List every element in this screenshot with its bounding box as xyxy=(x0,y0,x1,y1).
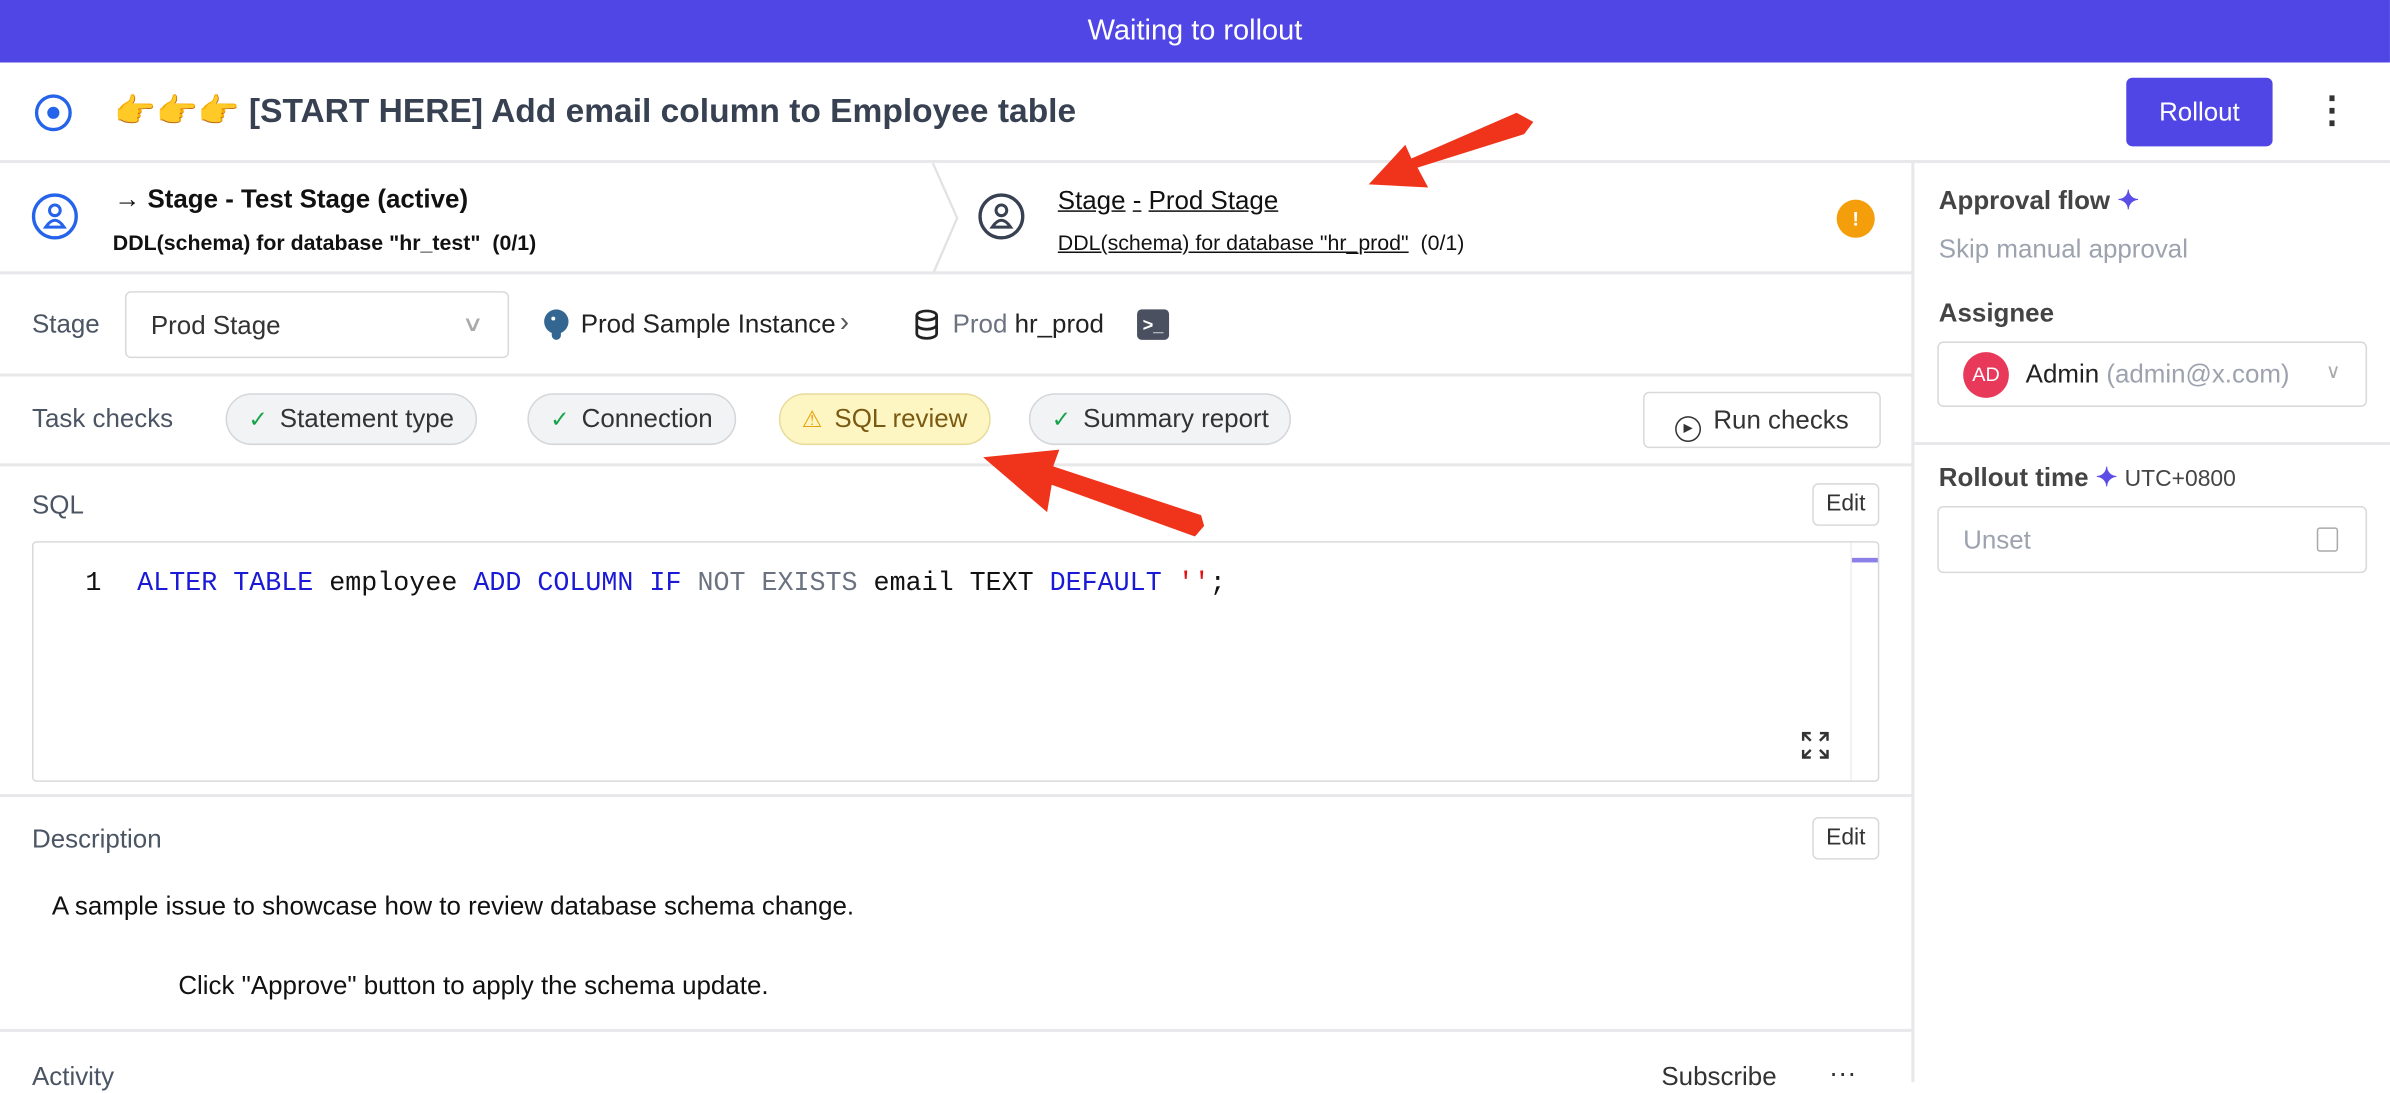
assignee-select[interactable]: AD Admin (admin@x.com) ∨ xyxy=(1937,341,2368,407)
sql-token: '' xyxy=(1161,568,1210,600)
sql-edit-button[interactable]: Edit xyxy=(1812,483,1880,526)
issue-title[interactable]: 👉👉👉 [START HERE] Add email column to Emp… xyxy=(114,91,1076,131)
sparkle-icon: ✦ xyxy=(2117,185,2140,215)
activity-more-icon[interactable]: ··· xyxy=(1829,1058,1856,1090)
run-checks-button[interactable]: ▶ Run checks xyxy=(1643,391,1881,449)
stage-chevron-divider xyxy=(931,163,959,275)
rollout-time-label: Rollout time ✦ UTC+0800 xyxy=(1938,463,2236,493)
terminal-icon[interactable]: >_ xyxy=(1137,309,1170,340)
sql-code-line: ALTER TABLE employee ADD COLUMN IF NOT E… xyxy=(137,569,1226,599)
assignee-label: Assignee xyxy=(1938,298,2055,328)
stage-prod-title[interactable]: Stage - Prod Stage xyxy=(1058,186,1278,216)
stage-user-icon xyxy=(978,193,1025,240)
sql-label: SQL xyxy=(32,490,84,520)
sql-token: ALTER TABLE xyxy=(137,568,314,600)
activity-label: Activity xyxy=(32,1062,115,1092)
sql-token: email TEXT xyxy=(857,568,1050,600)
stage-prod-task[interactable]: DDL(schema) for database "hr_prod" (0/1) xyxy=(1058,230,1465,254)
description-edit-button[interactable]: Edit xyxy=(1812,816,1880,860)
description-label: Description xyxy=(32,824,162,854)
editor-scrollbar[interactable] xyxy=(1850,542,1852,781)
rollout-time-input[interactable]: Unset xyxy=(1937,506,2368,574)
chevron-down-icon: ∨ xyxy=(2325,359,2341,383)
stage-select-label: Stage xyxy=(32,309,100,339)
chevron-right-icon: › xyxy=(839,306,849,337)
sparkle-icon: ✦ xyxy=(2095,463,2118,493)
sql-token: employee xyxy=(313,568,474,600)
warning-badge: ! xyxy=(1836,199,1875,238)
issue-page: Waiting to rollout 👉👉👉 [START HERE] Add … xyxy=(0,0,2390,1091)
subscribe-button[interactable]: Subscribe xyxy=(1661,1062,1776,1092)
expand-icon[interactable] xyxy=(1801,731,1829,759)
postgres-icon xyxy=(544,309,569,340)
check-icon: ✓ xyxy=(248,406,268,433)
issue-status-icon xyxy=(34,94,72,132)
calendar-icon[interactable] xyxy=(2316,527,2339,552)
check-summary-report[interactable]: ✓ Summary report xyxy=(1028,393,1292,446)
play-circle-icon: ▶ xyxy=(1675,416,1702,443)
database-icon xyxy=(915,309,938,340)
database-link[interactable]: Prod hr_prod xyxy=(953,309,1104,339)
line-number: 1 xyxy=(85,568,102,600)
sql-token: ; xyxy=(1209,568,1226,600)
description-line-2: Click "Approve" button to apply the sche… xyxy=(178,970,769,1000)
task-checks-label: Task checks xyxy=(32,403,174,433)
description-line-1: A sample issue to showcase how to review… xyxy=(51,891,855,921)
arrow-right-icon: → xyxy=(114,184,141,214)
pointing-emoji: 👉👉👉 xyxy=(114,91,240,130)
sql-token: NOT EXISTS xyxy=(681,568,858,600)
more-options-icon[interactable]: ⋮ xyxy=(2314,88,2351,137)
sql-editor[interactable]: 1 ALTER TABLE employee ADD COLUMN IF NOT… xyxy=(32,541,1880,782)
rollout-button[interactable]: Rollout xyxy=(2126,77,2273,147)
scroll-marker xyxy=(1851,557,1878,563)
avatar: AD xyxy=(1963,352,2009,398)
stage-test-title[interactable]: → Stage - Test Stage (active) xyxy=(114,184,468,214)
check-connection[interactable]: ✓ Connection xyxy=(527,393,736,446)
check-statement-type[interactable]: ✓ Statement type xyxy=(225,393,477,446)
check-icon: ✓ xyxy=(550,406,570,433)
chevron-down-icon: ∨ xyxy=(461,310,484,336)
arrow-to-prod-stage xyxy=(1368,112,1534,188)
warning-icon: ⚠ xyxy=(801,406,823,433)
check-sql-review[interactable]: ⚠ SQL review xyxy=(778,393,991,446)
instance-link[interactable]: Prod Sample Instance xyxy=(581,309,836,339)
stage-test-task[interactable]: DDL(schema) for database "hr_test" (0/1) xyxy=(113,230,536,254)
approval-flow-label: Approval flow ✦ xyxy=(1938,185,2140,215)
check-icon: ✓ xyxy=(1051,406,1071,433)
sql-token: ADD COLUMN IF xyxy=(473,568,682,600)
status-banner: Waiting to rollout xyxy=(0,0,2390,63)
stage-select[interactable]: Prod Stage ∨ xyxy=(124,291,510,359)
sql-token: DEFAULT xyxy=(1049,568,1162,600)
stage-user-icon xyxy=(31,193,78,240)
approval-flow-value: Skip manual approval xyxy=(1938,234,2188,264)
